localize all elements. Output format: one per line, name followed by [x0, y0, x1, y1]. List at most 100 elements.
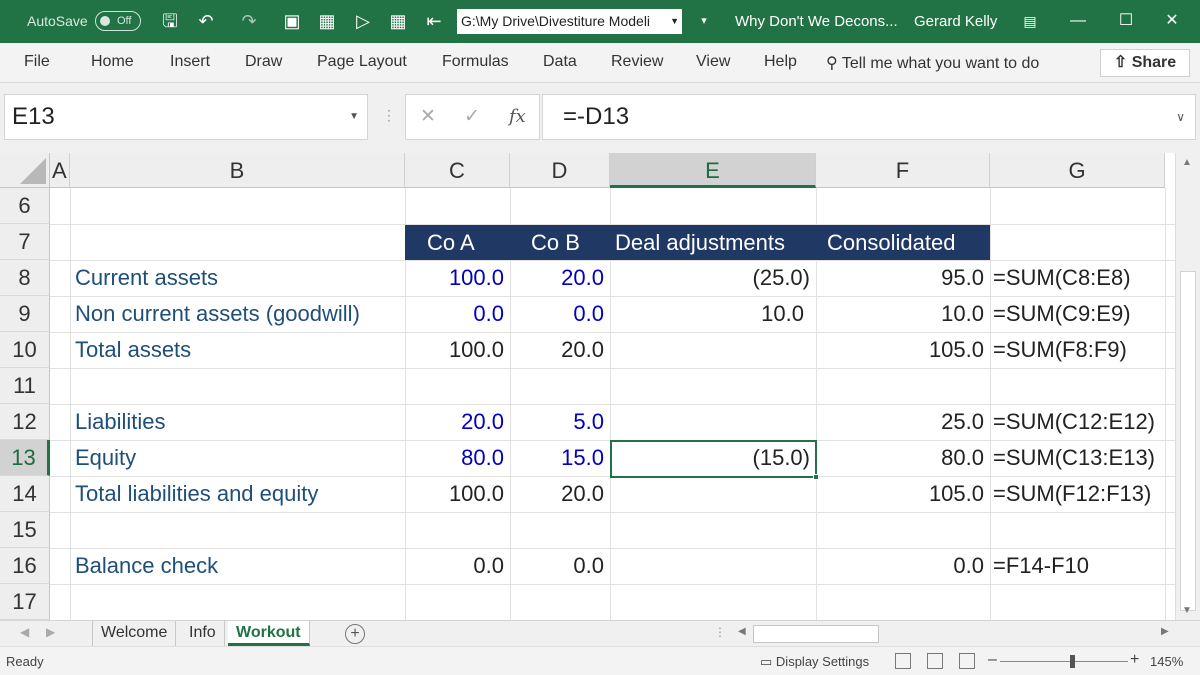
fill-handle[interactable]: [813, 474, 819, 480]
cell-b9[interactable]: Non current assets (goodwill): [70, 296, 405, 332]
tab-help[interactable]: Help: [764, 53, 797, 71]
cell-c10[interactable]: 100.0: [405, 332, 510, 368]
cell-b16[interactable]: Balance check: [70, 548, 405, 584]
row-header-12[interactable]: 12: [0, 404, 50, 440]
header-co-b[interactable]: Co B: [531, 225, 580, 260]
cell-b10[interactable]: Total assets: [70, 332, 405, 368]
cell-g10[interactable]: =SUM(F8:F9): [993, 332, 1165, 368]
name-box[interactable]: E13 ▼: [4, 94, 368, 140]
minimize-icon[interactable]: —: [1064, 8, 1092, 34]
camera-icon[interactable]: ▣: [281, 10, 303, 32]
tab-data[interactable]: Data: [543, 53, 577, 71]
calculator-icon[interactable]: ▦: [387, 10, 409, 32]
cell-d9[interactable]: 0.0: [510, 296, 610, 332]
column-header-a[interactable]: A: [50, 153, 70, 188]
row-header-8[interactable]: 8: [0, 260, 50, 296]
file-path-box[interactable]: G:\My Drive\Divestiture Modeli ▼: [457, 9, 682, 34]
cell-b13[interactable]: Equity: [70, 440, 405, 476]
page-break-view-icon[interactable]: [959, 653, 975, 669]
cell-c13[interactable]: 80.0: [405, 440, 510, 476]
cell-g13[interactable]: =SUM(C13:E13): [993, 440, 1165, 476]
row-header-10[interactable]: 10: [0, 332, 50, 368]
column-header-b[interactable]: B: [70, 153, 405, 188]
normal-view-icon[interactable]: [895, 653, 911, 669]
save-icon[interactable]: 🖫: [159, 10, 181, 32]
row-header-6[interactable]: 6: [0, 188, 50, 224]
row-header-9[interactable]: 9: [0, 296, 50, 332]
sheet-tab-welcome[interactable]: Welcome: [92, 621, 177, 646]
sheet-next-icon[interactable]: ▶: [46, 625, 55, 639]
row-header-7[interactable]: 7: [0, 224, 50, 260]
cell-g9[interactable]: =SUM(C9:E9): [993, 296, 1165, 332]
cell-d12[interactable]: 5.0: [510, 404, 610, 440]
tab-page-layout[interactable]: Page Layout: [317, 53, 407, 71]
cell-c9[interactable]: 0.0: [405, 296, 510, 332]
vertical-scrollbar[interactable]: ▲ ▼: [1175, 153, 1200, 620]
sheet-tab-info[interactable]: Info: [181, 621, 225, 646]
vertical-scroll-thumb[interactable]: [1180, 271, 1196, 611]
cell-b12[interactable]: Liabilities: [70, 404, 405, 440]
cell-d13[interactable]: 15.0: [510, 440, 610, 476]
column-header-e[interactable]: E: [610, 153, 816, 188]
cell-d10[interactable]: 20.0: [510, 332, 610, 368]
cell-g12[interactable]: =SUM(C12:E12): [993, 404, 1165, 440]
column-header-c[interactable]: C: [405, 153, 510, 188]
zoom-level[interactable]: 145%: [1150, 654, 1183, 669]
header-consolidated[interactable]: Consolidated: [827, 225, 955, 260]
close-icon[interactable]: ✕: [1158, 8, 1186, 34]
cell-d16[interactable]: 0.0: [510, 548, 610, 584]
back-icon[interactable]: ⇤: [423, 10, 445, 32]
zoom-in-icon[interactable]: +: [1130, 651, 1139, 669]
maximize-icon[interactable]: ☐: [1112, 8, 1140, 34]
row-header-11[interactable]: 11: [0, 368, 50, 404]
cell-c12[interactable]: 20.0: [405, 404, 510, 440]
tab-review[interactable]: Review: [611, 53, 663, 71]
column-header-g[interactable]: G: [990, 153, 1165, 188]
enter-icon[interactable]: ✓: [464, 105, 480, 128]
cell-c8[interactable]: 100.0: [405, 260, 510, 296]
page-layout-view-icon[interactable]: [927, 653, 943, 669]
cell-e9[interactable]: 10.0: [610, 296, 816, 332]
autosave-toggle[interactable]: Off: [95, 11, 141, 31]
spreadsheet-grid[interactable]: A B C D E F G 6 7 8 9 10 11 12 13 14 15 …: [0, 153, 1200, 620]
cell-g14[interactable]: =SUM(F12:F13): [993, 476, 1165, 512]
share-button[interactable]: ⇧ Share: [1100, 49, 1190, 77]
tell-me-search[interactable]: ⚲ Tell me what you want to do: [826, 53, 1039, 73]
tab-formulas[interactable]: Formulas: [442, 53, 509, 71]
zoom-slider-track[interactable]: [1000, 661, 1128, 662]
display-settings[interactable]: ▭ Display Settings: [760, 654, 869, 670]
row-header-17[interactable]: 17: [0, 584, 50, 620]
row-header-14[interactable]: 14: [0, 476, 50, 512]
redo-icon[interactable]: ↷: [238, 10, 260, 32]
row-header-13[interactable]: 13: [0, 440, 50, 476]
tab-file[interactable]: File: [24, 53, 50, 71]
tab-draw[interactable]: Draw: [245, 53, 282, 71]
zoom-slider-thumb[interactable]: [1070, 655, 1075, 668]
scroll-up-icon[interactable]: ▲: [1182, 157, 1192, 168]
tab-insert[interactable]: Insert: [170, 53, 210, 71]
zoom-out-icon[interactable]: –: [988, 651, 997, 669]
scroll-right-icon[interactable]: ▶: [1161, 626, 1169, 637]
cell-f10[interactable]: 105.0: [816, 332, 990, 368]
header-co-a[interactable]: Co A: [427, 225, 475, 260]
image-icon[interactable]: ▦: [316, 10, 338, 32]
horizontal-scrollbar[interactable]: ◀ ▶: [733, 624, 1175, 644]
tab-home[interactable]: Home: [91, 53, 134, 71]
cell-c14[interactable]: 100.0: [405, 476, 510, 512]
column-header-d[interactable]: D: [510, 153, 610, 188]
insert-function-icon[interactable]: fx: [509, 106, 526, 127]
cell-f8[interactable]: 95.0: [816, 260, 990, 296]
cell-f9[interactable]: 10.0: [816, 296, 990, 332]
cell-d14[interactable]: 20.0: [510, 476, 610, 512]
column-header-f[interactable]: F: [816, 153, 990, 188]
horizontal-scroll-thumb[interactable]: [753, 625, 879, 643]
cell-d8[interactable]: 20.0: [510, 260, 610, 296]
cancel-icon[interactable]: ✕: [420, 105, 436, 128]
row-header-16[interactable]: 16: [0, 548, 50, 584]
user-name[interactable]: Gerard Kelly: [914, 13, 997, 30]
row-header-15[interactable]: 15: [0, 512, 50, 548]
sheet-tab-workout[interactable]: Workout: [228, 621, 310, 646]
cell-b8[interactable]: Current assets: [70, 260, 405, 296]
ribbon-display-icon[interactable]: ▤: [1016, 8, 1044, 34]
chevron-down-icon[interactable]: ▼: [349, 95, 359, 139]
